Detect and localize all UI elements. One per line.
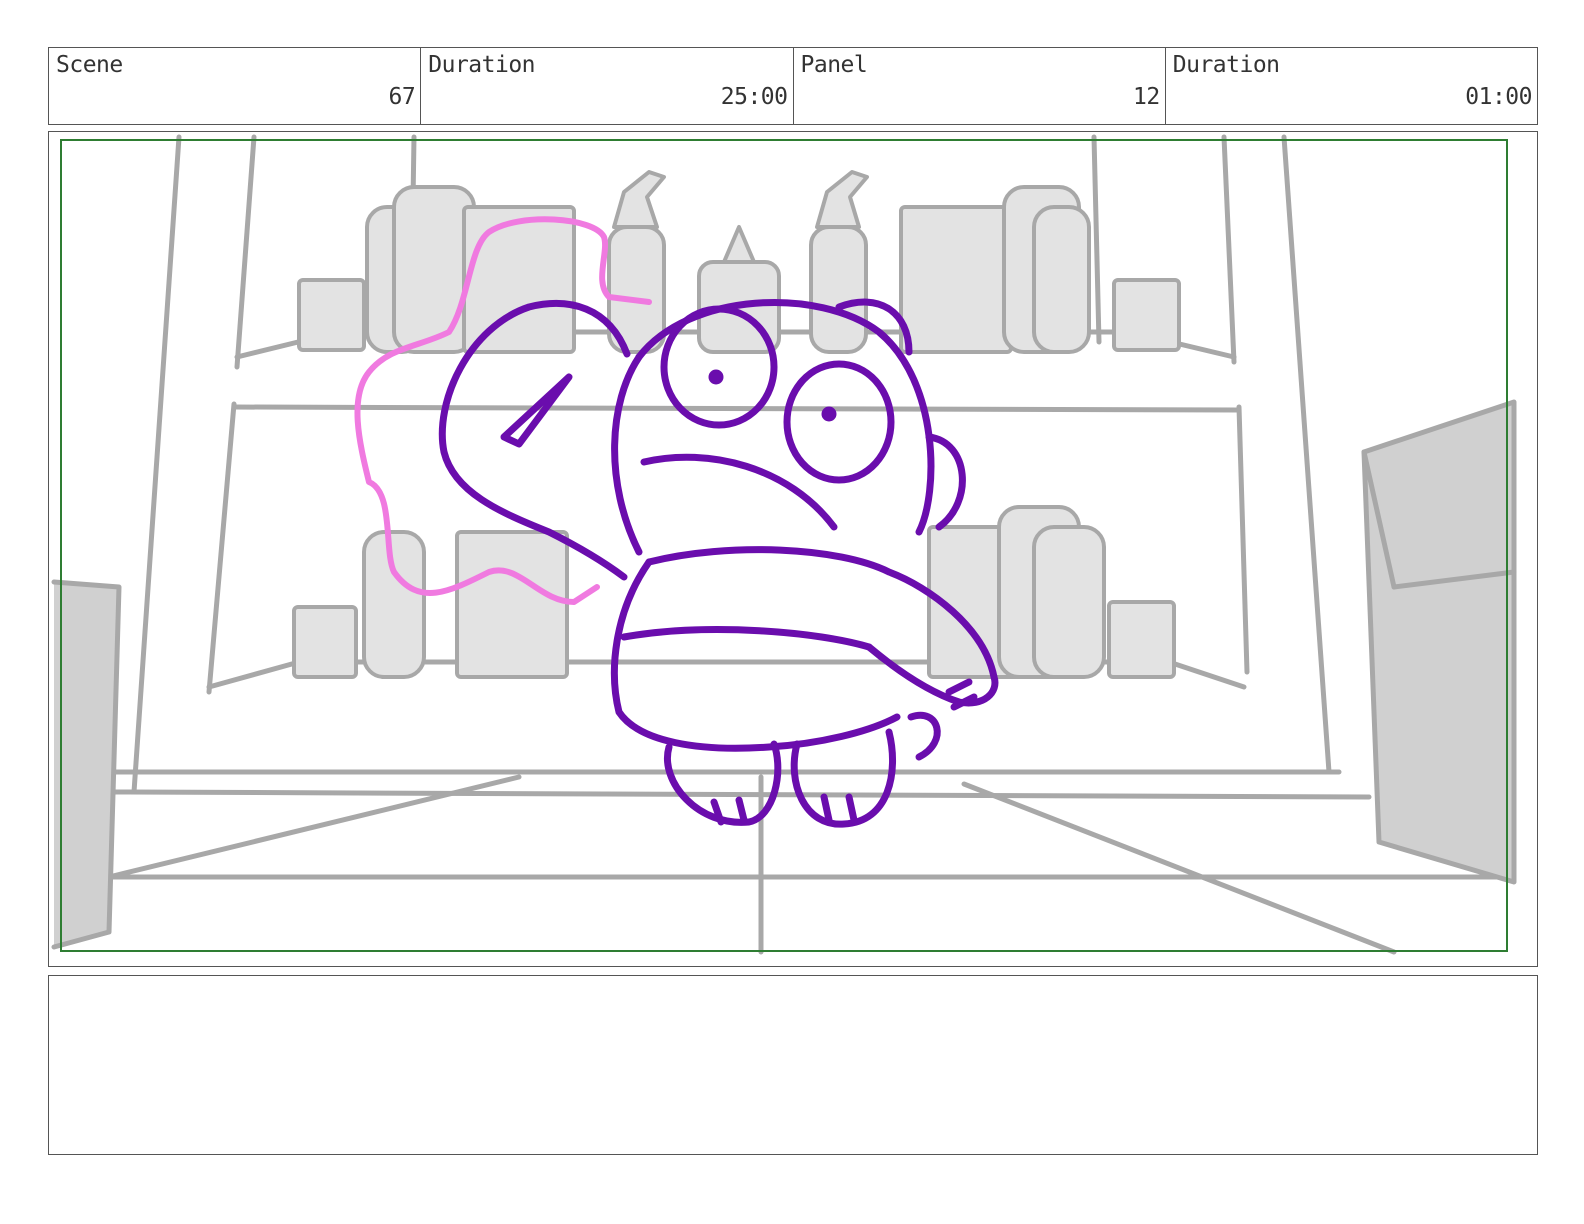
scene-cell: Scene 67 [49,48,422,124]
panel-artwork [51,134,1517,955]
panel-label: Panel [800,52,868,78]
scene-duration-value: 25:00 [720,84,788,110]
panel-duration-value: 01:00 [1465,84,1532,110]
store-background [51,134,1517,955]
storyboard-panel [48,131,1538,967]
scene-duration-label: Duration [428,52,536,78]
scene-value: 67 [388,84,416,110]
panel-value: 12 [1133,84,1160,110]
panel-duration-cell: Duration 01:00 [1166,48,1537,124]
storyboard-header: Scene 67 Duration 25:00 Panel 12 Duratio… [48,47,1538,125]
panel-cell: Panel 12 [794,48,1166,124]
scene-duration-cell: Duration 25:00 [421,48,794,124]
safe-frame [60,139,1508,952]
panel-duration-label: Duration [1172,52,1280,78]
scene-label: Scene [56,52,123,78]
panel-notes-box[interactable] [48,975,1538,1155]
